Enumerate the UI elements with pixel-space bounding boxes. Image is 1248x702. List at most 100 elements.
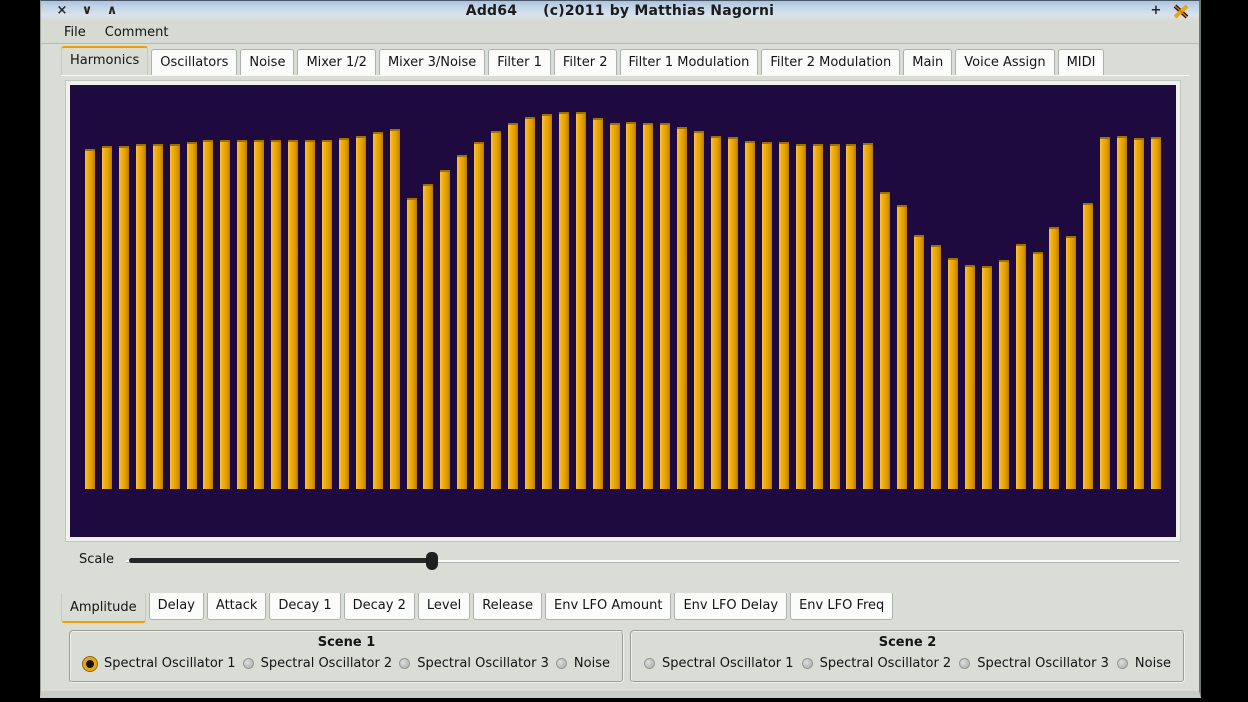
harmonic-bar-60[interactable] xyxy=(1083,203,1093,489)
radio-icon[interactable] xyxy=(802,658,813,669)
tab-mixer-3-noise[interactable]: Mixer 3/Noise xyxy=(379,49,485,76)
harmonics-chart[interactable] xyxy=(70,85,1176,537)
shade-button[interactable]: ∨ xyxy=(80,1,94,21)
harmonic-bar-24[interactable] xyxy=(474,142,484,489)
scene1-option-spectral-oscillator-1[interactable]: Spectral Oscillator 1 xyxy=(83,656,236,671)
env-tab-level[interactable]: Level xyxy=(418,593,470,620)
env-tab-delay[interactable]: Delay xyxy=(149,593,204,620)
unshade-button[interactable]: ∧ xyxy=(105,1,119,21)
harmonic-bar-27[interactable] xyxy=(525,117,535,489)
scene1-option-spectral-oscillator-3[interactable]: Spectral Oscillator 3 xyxy=(399,656,549,671)
harmonic-bar-49[interactable] xyxy=(897,205,907,489)
tab-voice-assign[interactable]: Voice Assign xyxy=(955,49,1054,76)
harmonic-bar-11[interactable] xyxy=(254,140,264,489)
harmonic-bar-42[interactable] xyxy=(779,142,789,489)
radio-icon[interactable] xyxy=(959,658,970,669)
harmonic-bar-52[interactable] xyxy=(948,258,958,489)
harmonic-bar-51[interactable] xyxy=(931,245,941,489)
harmonic-bar-17[interactable] xyxy=(356,136,366,489)
harmonic-bar-13[interactable] xyxy=(288,140,298,489)
harmonic-bar-14[interactable] xyxy=(305,140,315,489)
harmonic-bar-7[interactable] xyxy=(187,142,197,489)
harmonic-bar-33[interactable] xyxy=(626,122,636,489)
menu-file[interactable]: File xyxy=(62,24,88,41)
harmonic-bar-59[interactable] xyxy=(1066,236,1076,489)
tab-filter-2-modulation[interactable]: Filter 2 Modulation xyxy=(761,49,900,76)
tab-midi[interactable]: MIDI xyxy=(1058,49,1105,76)
harmonic-bar-55[interactable] xyxy=(999,260,1009,489)
harmonic-bar-4[interactable] xyxy=(136,144,146,489)
scale-slider[interactable] xyxy=(126,542,1179,582)
radio-icon[interactable] xyxy=(1117,658,1128,669)
radio-icon[interactable] xyxy=(243,658,254,669)
harmonic-bar-26[interactable] xyxy=(508,123,518,489)
harmonic-bar-15[interactable] xyxy=(322,140,332,489)
radio-icon[interactable] xyxy=(399,658,410,669)
harmonic-bar-31[interactable] xyxy=(593,118,603,489)
scene2-option-spectral-oscillator-3[interactable]: Spectral Oscillator 3 xyxy=(959,656,1109,671)
harmonic-bar-62[interactable] xyxy=(1117,136,1127,489)
harmonic-bar-34[interactable] xyxy=(643,123,653,489)
harmonic-bar-46[interactable] xyxy=(846,144,856,489)
harmonic-bar-10[interactable] xyxy=(237,140,247,489)
harmonic-bar-20[interactable] xyxy=(407,198,417,489)
harmonic-bar-56[interactable] xyxy=(1016,244,1026,489)
harmonic-bar-50[interactable] xyxy=(914,235,924,489)
harmonic-bar-25[interactable] xyxy=(491,131,501,489)
harmonic-bar-54[interactable] xyxy=(982,266,992,489)
tab-mixer-1-2[interactable]: Mixer 1/2 xyxy=(297,49,376,76)
env-tab-env-lfo-freq[interactable]: Env LFO Freq xyxy=(790,593,893,620)
harmonic-bar-28[interactable] xyxy=(542,114,552,489)
harmonic-bar-61[interactable] xyxy=(1100,137,1110,489)
harmonic-bar-40[interactable] xyxy=(745,141,755,489)
harmonic-bar-35[interactable] xyxy=(660,123,670,489)
tab-filter-1[interactable]: Filter 1 xyxy=(488,49,551,76)
harmonic-bar-63[interactable] xyxy=(1134,138,1144,489)
harmonic-bar-21[interactable] xyxy=(423,184,433,489)
harmonic-bar-18[interactable] xyxy=(373,132,383,489)
tab-filter-1-modulation[interactable]: Filter 1 Modulation xyxy=(620,49,759,76)
harmonic-bar-6[interactable] xyxy=(170,144,180,489)
harmonic-bar-41[interactable] xyxy=(762,142,772,489)
radio-icon[interactable] xyxy=(644,658,655,669)
harmonic-bar-38[interactable] xyxy=(711,136,721,489)
radio-icon[interactable] xyxy=(556,658,567,669)
harmonic-bar-22[interactable] xyxy=(440,170,450,489)
env-tab-amplitude[interactable]: Amplitude xyxy=(61,593,146,623)
scene2-option-spectral-oscillator-1[interactable]: Spectral Oscillator 1 xyxy=(644,656,794,671)
scene1-option-spectral-oscillator-2[interactable]: Spectral Oscillator 2 xyxy=(243,656,393,671)
env-tab-release[interactable]: Release xyxy=(473,593,542,620)
scene1-option-noise[interactable]: Noise xyxy=(556,656,610,671)
harmonic-bar-36[interactable] xyxy=(677,127,687,489)
harmonic-bar-2[interactable] xyxy=(102,146,112,489)
harmonic-bar-39[interactable] xyxy=(728,137,738,489)
harmonic-bar-30[interactable] xyxy=(576,112,586,489)
harmonic-bar-53[interactable] xyxy=(965,265,975,489)
env-tab-env-lfo-delay[interactable]: Env LFO Delay xyxy=(674,593,787,620)
radio-icon-selected[interactable] xyxy=(83,657,97,671)
scene2-option-spectral-oscillator-2[interactable]: Spectral Oscillator 2 xyxy=(802,656,952,671)
harmonic-bar-23[interactable] xyxy=(457,155,467,489)
harmonic-bar-48[interactable] xyxy=(880,192,890,489)
harmonic-bar-3[interactable] xyxy=(119,146,129,489)
harmonic-bar-58[interactable] xyxy=(1049,227,1059,489)
tab-noise[interactable]: Noise xyxy=(240,49,294,76)
pin-button[interactable]: + xyxy=(1149,1,1163,21)
harmonic-bar-16[interactable] xyxy=(339,138,349,489)
harmonic-bar-37[interactable] xyxy=(694,131,704,489)
harmonic-bar-64[interactable] xyxy=(1151,137,1161,489)
env-tab-env-lfo-amount[interactable]: Env LFO Amount xyxy=(545,593,671,620)
tab-harmonics[interactable]: Harmonics xyxy=(61,46,148,76)
harmonic-bar-12[interactable] xyxy=(271,140,281,489)
tab-oscillators[interactable]: Oscillators xyxy=(151,49,237,76)
harmonic-bar-57[interactable] xyxy=(1033,252,1043,489)
env-tab-decay-1[interactable]: Decay 1 xyxy=(269,593,340,620)
harmonic-bar-47[interactable] xyxy=(863,143,873,489)
harmonic-bar-43[interactable] xyxy=(796,144,806,489)
harmonic-bar-9[interactable] xyxy=(220,140,230,489)
tab-main[interactable]: Main xyxy=(903,49,952,76)
harmonic-bar-8[interactable] xyxy=(203,140,213,489)
close-button[interactable]: × xyxy=(55,1,69,21)
harmonic-bar-44[interactable] xyxy=(813,144,823,489)
titlebar[interactable]: ×∨∧ Add64(c)2011 by Matthias Nagorni + xyxy=(41,1,1199,21)
